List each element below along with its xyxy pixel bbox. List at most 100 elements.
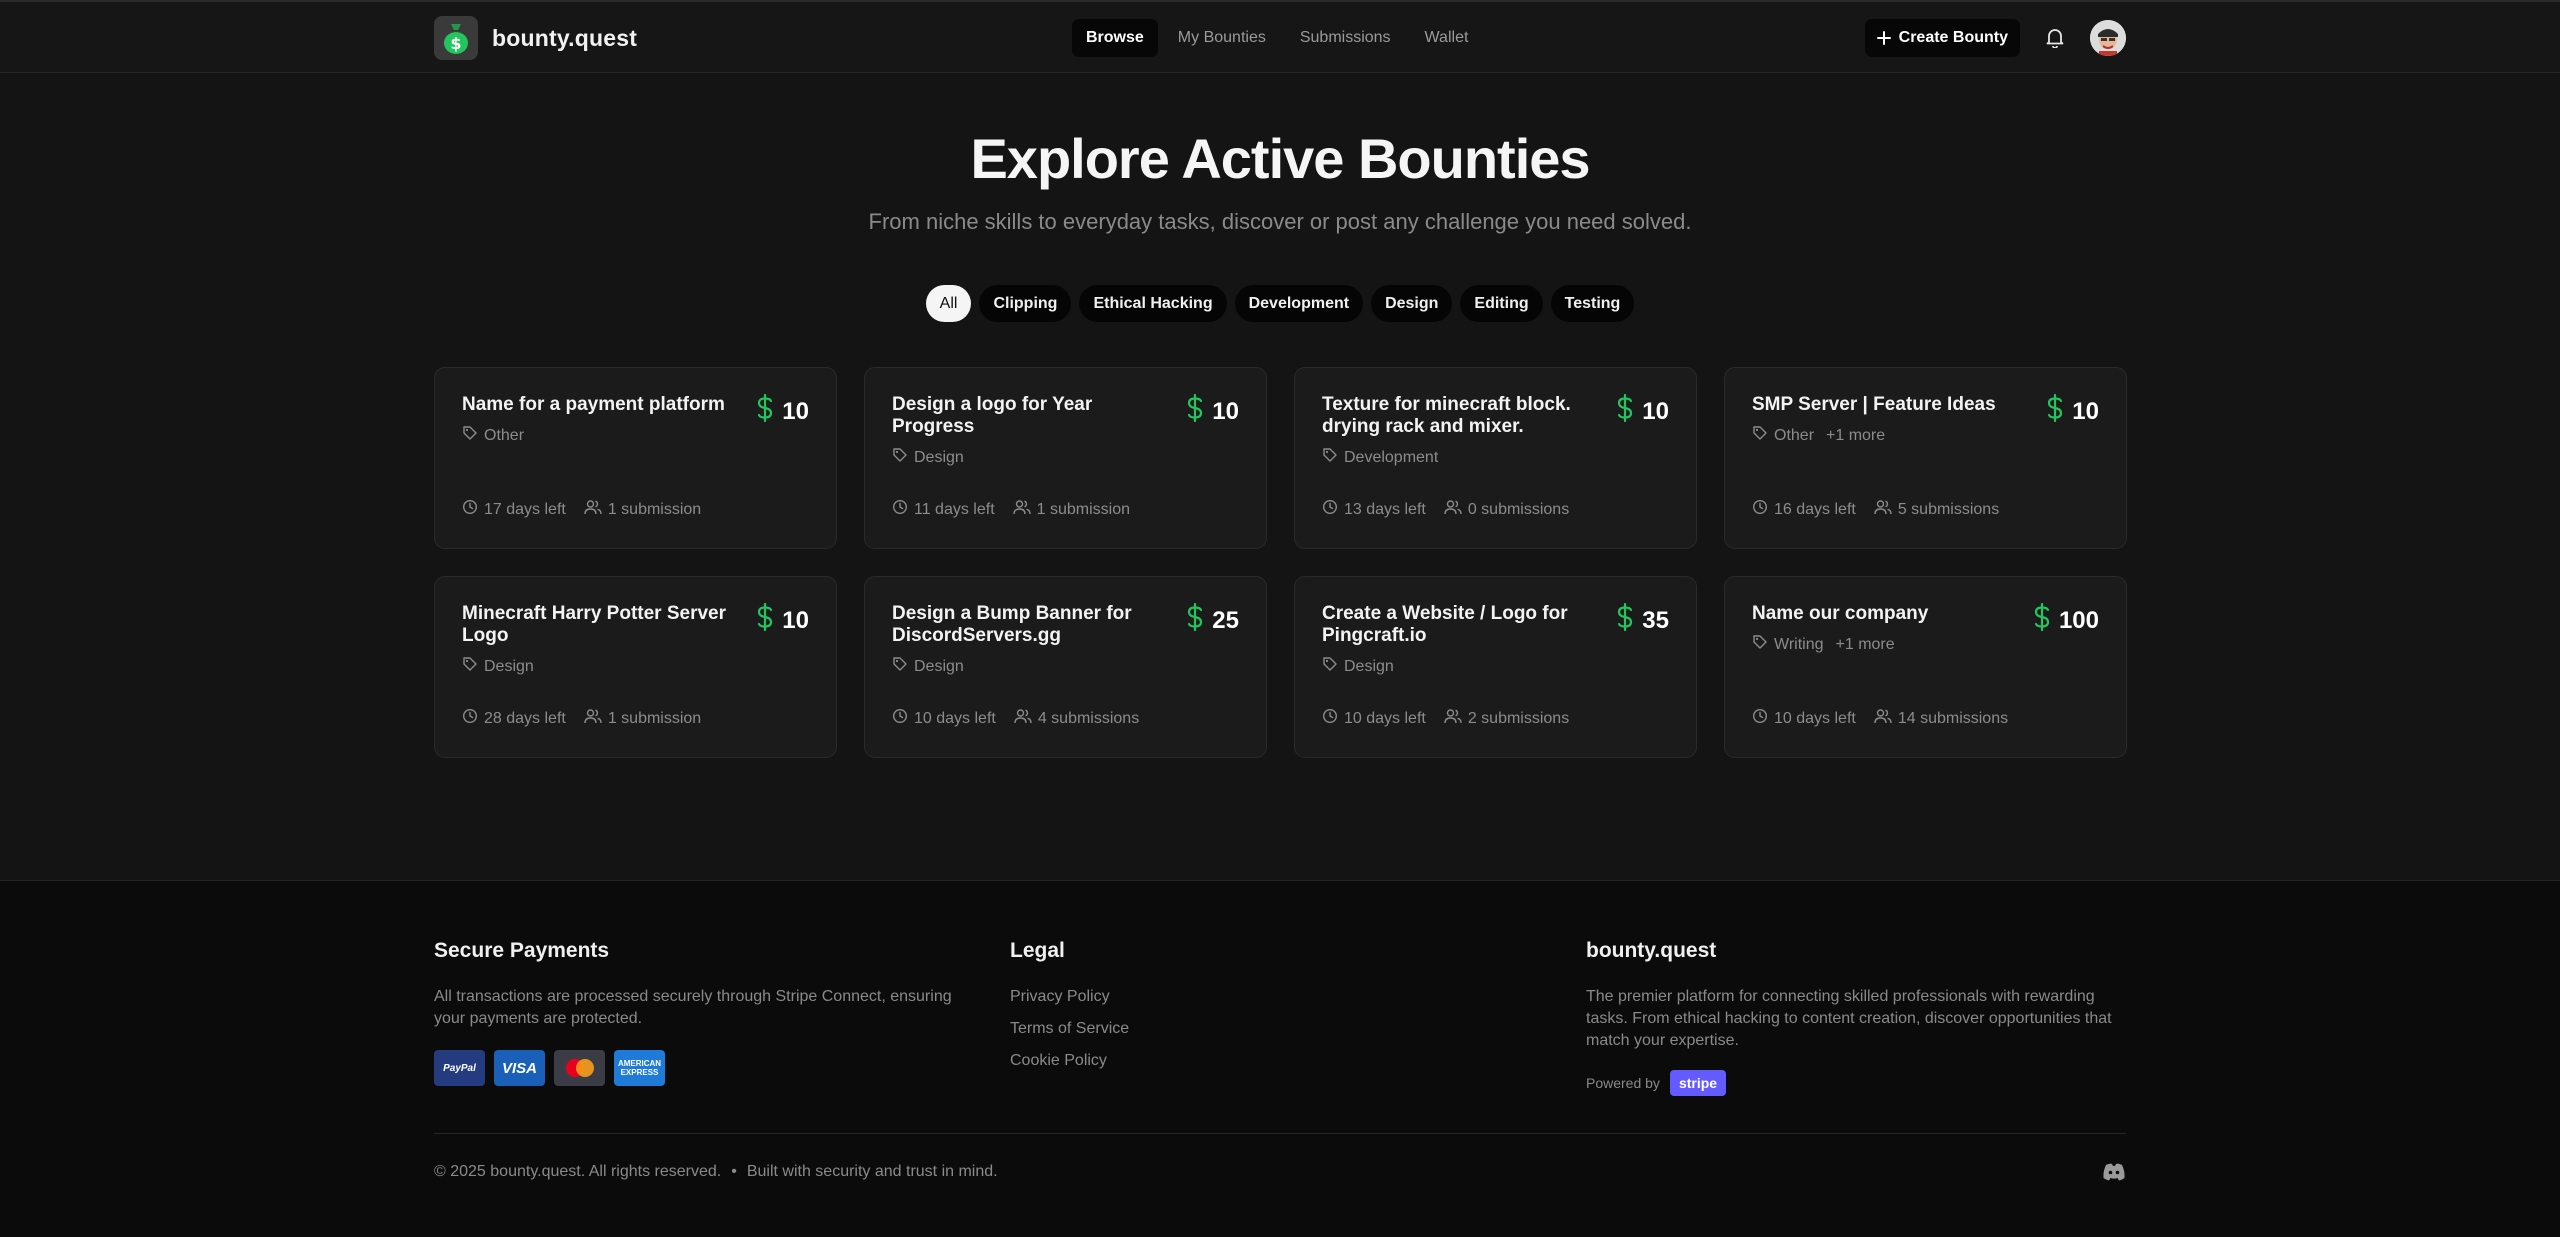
time-left-label: 13 days left (1344, 500, 1426, 518)
page-title: Explore Active Bounties (970, 127, 1590, 190)
discord-icon[interactable] (2102, 1162, 2126, 1184)
bounty-grid: Name for a payment platform 10 Other 17 day… (434, 367, 2127, 758)
footer-bottom: © 2025 bounty.quest. All rights reserved… (434, 1163, 998, 1181)
bounty-title: Design a logo for Year Progress (892, 394, 1093, 437)
bounty-title: Name our company (1752, 603, 1929, 624)
submission-count: 1 submission (1012, 499, 1131, 520)
brand[interactable]: $ bounty.quest (434, 16, 637, 60)
submission-count: 5 submissions (1874, 499, 1999, 520)
bounty-reward: 35 (1616, 602, 1669, 638)
submission-count: 1 submission (584, 499, 701, 520)
nav-submissions[interactable]: Submissions (1286, 19, 1405, 57)
nav-my-bounties[interactable]: My Bounties (1164, 19, 1280, 57)
clock-icon (892, 499, 908, 520)
bounty-meta: 13 days left 0 submissions (1322, 499, 1569, 520)
category-label: Design (914, 657, 964, 675)
bullet: • (731, 1163, 737, 1180)
submission-count: 4 submissions (1014, 708, 1139, 729)
bounty-reward: 10 (2046, 393, 2099, 429)
clock-icon (462, 708, 478, 729)
mastercard-icon (554, 1050, 605, 1086)
bounty-meta: 10 days left 14 submissions (1752, 708, 2008, 729)
footer: Secure Payments All transactions are pro… (0, 880, 2560, 1237)
privacy-policy-link[interactable]: Privacy Policy (1010, 986, 1310, 1008)
bounty-meta: 28 days left 1 submission (462, 708, 701, 729)
bounty-card[interactable]: Texture for minecraft block. drying rack… (1294, 367, 1697, 549)
nav-browse[interactable]: Browse (1072, 19, 1158, 57)
bounty-card[interactable]: Name for a payment platform 10 Other 17 day… (434, 367, 837, 549)
category-label: Development (1344, 448, 1439, 466)
time-left-label: 10 days left (1344, 709, 1426, 727)
dollar-icon (1186, 602, 1204, 638)
time-left-label: 10 days left (914, 709, 996, 727)
clock-icon (1322, 708, 1338, 729)
time-left-label: 16 days left (1774, 500, 1856, 518)
filter-development[interactable]: Development (1234, 285, 1364, 322)
stripe-badge[interactable]: stripe (1669, 1070, 1727, 1096)
users-icon (1014, 708, 1032, 729)
bounty-amount: 35 (1642, 606, 1669, 634)
filter-ethical-hacking[interactable]: Ethical Hacking (1079, 285, 1227, 322)
bounty-card[interactable]: Design a Bump Banner for DiscordServers.… (864, 576, 1267, 758)
bounty-title: SMP Server | Feature Ideas (1752, 394, 1996, 415)
submission-label: 0 submissions (1467, 500, 1570, 518)
tag-icon (462, 425, 478, 446)
footer-secure-payments: Secure Payments All transactions are pro… (434, 939, 954, 1086)
users-icon (1874, 708, 1892, 729)
brand-name: bounty.quest (492, 24, 638, 51)
time-left: 16 days left (1752, 499, 1856, 520)
bounty-amount: 25 (1212, 606, 1239, 634)
cookie-policy-link[interactable]: Cookie Policy (1010, 1050, 1310, 1072)
terms-of-service-link[interactable]: Terms of Service (1010, 1018, 1310, 1040)
paypal-icon: PayPal (434, 1050, 485, 1086)
bounty-amount: 10 (1212, 397, 1239, 425)
create-bounty-label: Create Bounty (1898, 29, 2008, 46)
time-left: 17 days left (462, 499, 566, 520)
filter-design[interactable]: Design (1371, 285, 1453, 322)
bounty-category: Design (1322, 656, 1669, 677)
powered-by-label: Powered by (1586, 1075, 1660, 1091)
bounty-category: Development (1322, 447, 1669, 468)
filter-clipping[interactable]: Clipping (979, 285, 1072, 322)
time-left-label: 10 days left (1774, 709, 1856, 727)
footer-divider (434, 1133, 2126, 1134)
bounty-card[interactable]: Create a Website / Logo for Pingcraft.io… (1294, 576, 1697, 758)
bounty-category: Design (892, 656, 1239, 677)
bounty-reward: 10 (756, 602, 809, 638)
bounty-meta: 10 days left 2 submissions (1322, 708, 1569, 729)
bounty-reward: 10 (756, 393, 809, 429)
filter-testing[interactable]: Testing (1550, 285, 1635, 322)
footer-about: bounty.quest The premier platform for co… (1586, 939, 2126, 1096)
bounty-card[interactable]: SMP Server | Feature Ideas 10 Other +1 more… (1724, 367, 2127, 549)
tag-icon (892, 656, 908, 677)
category-label: Writing (1774, 635, 1824, 653)
dollar-icon (2046, 393, 2064, 429)
bounty-meta: 16 days left 5 submissions (1752, 499, 1999, 520)
tag-icon (892, 447, 908, 468)
submission-label: 1 submission (607, 500, 702, 518)
bounty-amount: 10 (2072, 397, 2099, 425)
time-left: 10 days left (892, 708, 996, 729)
filter-all[interactable]: All (925, 285, 972, 322)
filter-editing[interactable]: Editing (1460, 285, 1543, 322)
nav-wallet[interactable]: Wallet (1411, 19, 1483, 57)
bounty-title: Design a Bump Banner for DiscordServers.… (892, 603, 1132, 646)
more-categories: +1 more (1826, 426, 1886, 444)
submission-label: 1 submission (1036, 500, 1131, 518)
bounty-meta: 17 days left 1 submission (462, 499, 701, 520)
clock-icon (462, 499, 478, 520)
payment-methods: PayPal VISA AMERICAN EXPRESS (434, 1050, 954, 1086)
submission-label: 4 submissions (1037, 709, 1140, 727)
bell-icon[interactable] (2036, 19, 2074, 57)
footer-heading: Secure Payments (434, 939, 610, 962)
bounty-card[interactable]: Design a logo for Year Progress 10 Design 1… (864, 367, 1267, 549)
svg-text:$: $ (450, 34, 461, 53)
avatar[interactable] (2090, 20, 2126, 56)
dollar-icon (756, 393, 774, 429)
bounty-reward: 10 (1616, 393, 1669, 429)
create-bounty-button[interactable]: Create Bounty (1864, 19, 2020, 57)
bounty-card[interactable]: Minecraft Harry Potter Server Logo 10 Desi… (434, 576, 837, 758)
bounty-card[interactable]: Name our company 100 Writing +1 more 10 days… (1724, 576, 2127, 758)
time-left-label: 17 days left (484, 500, 566, 518)
tag-icon (1752, 634, 1768, 655)
